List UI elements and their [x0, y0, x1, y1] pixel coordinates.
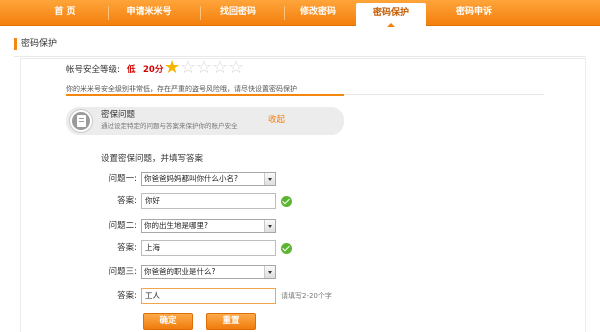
- star-empty-icon: ☆: [212, 57, 229, 78]
- nav-home[interactable]: 首 页: [42, 0, 88, 26]
- warning-underline: [66, 94, 344, 96]
- nav-password-protection[interactable]: 密码保护: [356, 3, 426, 27]
- nav-divider: [284, 6, 285, 20]
- security-level-value: 低: [127, 65, 136, 75]
- star-empty-icon: ☆: [228, 57, 245, 78]
- answer-1-label: 答案:: [117, 196, 137, 206]
- section-divider: [14, 56, 586, 57]
- answer-3-hint: 请填写2-20个字: [281, 292, 332, 300]
- top-nav: 首 页 申请米米号 找回密码 修改密码 密码保护 密码申诉: [0, 0, 600, 27]
- nav-change-password[interactable]: 修改密码: [290, 0, 346, 26]
- chevron-down-icon: [264, 173, 275, 185]
- section-title: 密码保护: [21, 39, 58, 49]
- nav-apply-account[interactable]: 申请米米号: [118, 0, 180, 26]
- answer-2-label: 答案:: [117, 243, 137, 253]
- answer-3-label: 答案:: [117, 291, 137, 301]
- question-2-select[interactable]: 你的出生地是哪里?: [141, 219, 276, 233]
- question-3-select[interactable]: 你爸爸的职业是什么?: [141, 265, 276, 279]
- security-score: 20分: [143, 65, 164, 75]
- nav-recover-password[interactable]: 找回密码: [210, 0, 266, 26]
- question-1-select[interactable]: 你爸爸妈妈都叫你什么小名?: [141, 172, 276, 186]
- form-title: 设置密保问题，并填写答案: [101, 154, 204, 164]
- document-icon: [70, 110, 92, 132]
- security-question-title: 密保问题: [101, 110, 136, 120]
- collapse-link[interactable]: 收起: [268, 115, 285, 126]
- security-warning: 你的米米号安全级别非常低，存在严重的盗号风险哦，请尽快设置密码保护: [66, 85, 297, 93]
- security-level-label: 帐号安全等级:: [66, 65, 120, 75]
- warning-divider: [344, 94, 544, 95]
- nav-divider: [200, 6, 201, 20]
- question-3-value: 你爸爸的职业是什么?: [144, 267, 216, 276]
- check-icon: [281, 243, 292, 254]
- security-question-desc: 通过设定特定的问题与答案来保护你的账户安全: [101, 122, 238, 130]
- security-stars: ★☆☆☆☆: [164, 58, 244, 78]
- confirm-button[interactable]: 确定: [143, 313, 193, 330]
- star-filled-icon: ★: [164, 57, 181, 78]
- section-marker: [14, 38, 17, 50]
- star-empty-icon: ☆: [180, 57, 197, 78]
- answer-3-input[interactable]: 工人: [141, 288, 276, 304]
- reset-button[interactable]: 重置: [206, 313, 256, 330]
- question-1-value: 你爸爸妈妈都叫你什么小名?: [144, 174, 238, 183]
- chevron-down-icon: [264, 266, 275, 278]
- star-empty-icon: ☆: [196, 57, 213, 78]
- nav-divider: [108, 6, 109, 20]
- check-icon: [281, 196, 292, 207]
- nav-password-appeal[interactable]: 密码申诉: [446, 0, 502, 26]
- answer-1-input[interactable]: 你好: [141, 193, 276, 209]
- chevron-down-icon: [264, 220, 275, 232]
- question-3-label: 问题三:: [108, 267, 137, 277]
- answer-2-input[interactable]: 上海: [141, 240, 276, 256]
- question-2-value: 你的出生地是哪里?: [144, 221, 208, 230]
- question-2-label: 问题二:: [108, 221, 137, 231]
- question-1-label: 问题一:: [108, 174, 137, 184]
